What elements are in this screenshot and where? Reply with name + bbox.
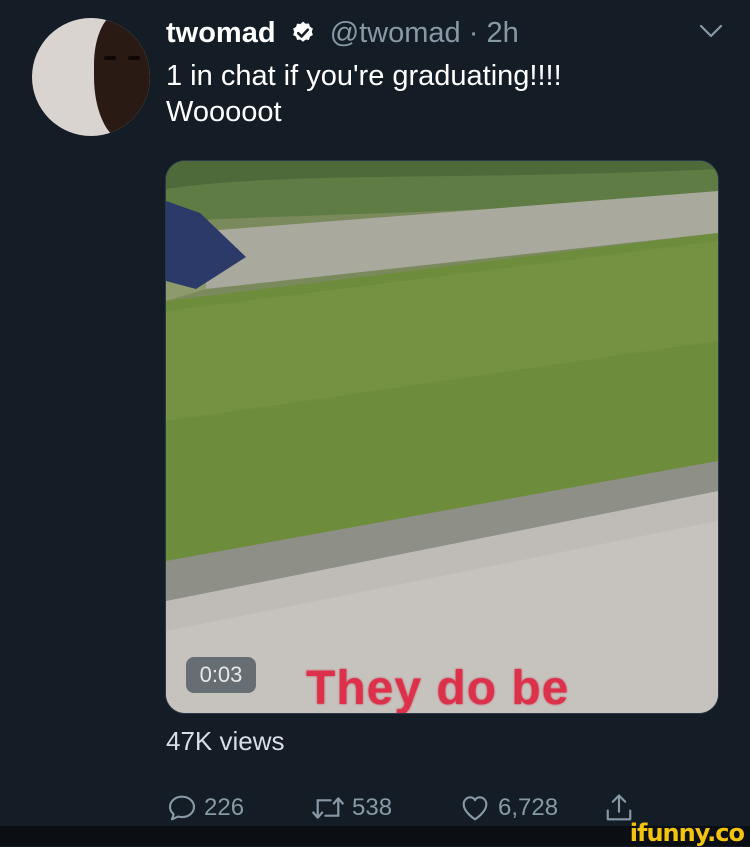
like-count: 6,728: [498, 794, 559, 821]
timestamp[interactable]: 2h: [486, 17, 518, 49]
display-name[interactable]: twomad: [166, 17, 276, 49]
handle[interactable]: @twomad: [330, 17, 461, 49]
video-player[interactable]: 0:03 They do be: [165, 160, 719, 714]
separator-dot: ·: [468, 17, 479, 49]
reply-icon: [168, 795, 196, 821]
retweet-icon: [312, 797, 344, 819]
reply-count: 226: [204, 794, 245, 821]
heart-icon: [462, 796, 488, 821]
tweet-text: 1 in chat if you're graduating!!!! Woooo…: [166, 60, 562, 128]
tweet-header: twomad @twomad · 2h: [166, 14, 519, 56]
video-caption: They do be: [306, 662, 570, 714]
retweet-count: 538: [352, 794, 393, 821]
avatar-eye: [128, 56, 140, 60]
tweet[interactable]: twomad @twomad · 2h 1 in chat if you're …: [0, 0, 750, 826]
reply-button[interactable]: 226: [166, 790, 244, 826]
chevron-down-icon[interactable]: [698, 22, 724, 45]
like-button[interactable]: 6,728: [458, 790, 558, 826]
avatar-eye: [104, 56, 116, 60]
avatar-face: [94, 18, 150, 136]
video-duration: 0:03: [186, 657, 256, 693]
retweet-button[interactable]: 538: [310, 790, 392, 826]
avatar[interactable]: [32, 18, 150, 136]
video-frame: [166, 161, 718, 713]
ifunny-watermark: ifunny.co: [629, 819, 745, 847]
view-count: 47K views: [166, 726, 285, 756]
verified-badge-icon: [290, 18, 316, 56]
